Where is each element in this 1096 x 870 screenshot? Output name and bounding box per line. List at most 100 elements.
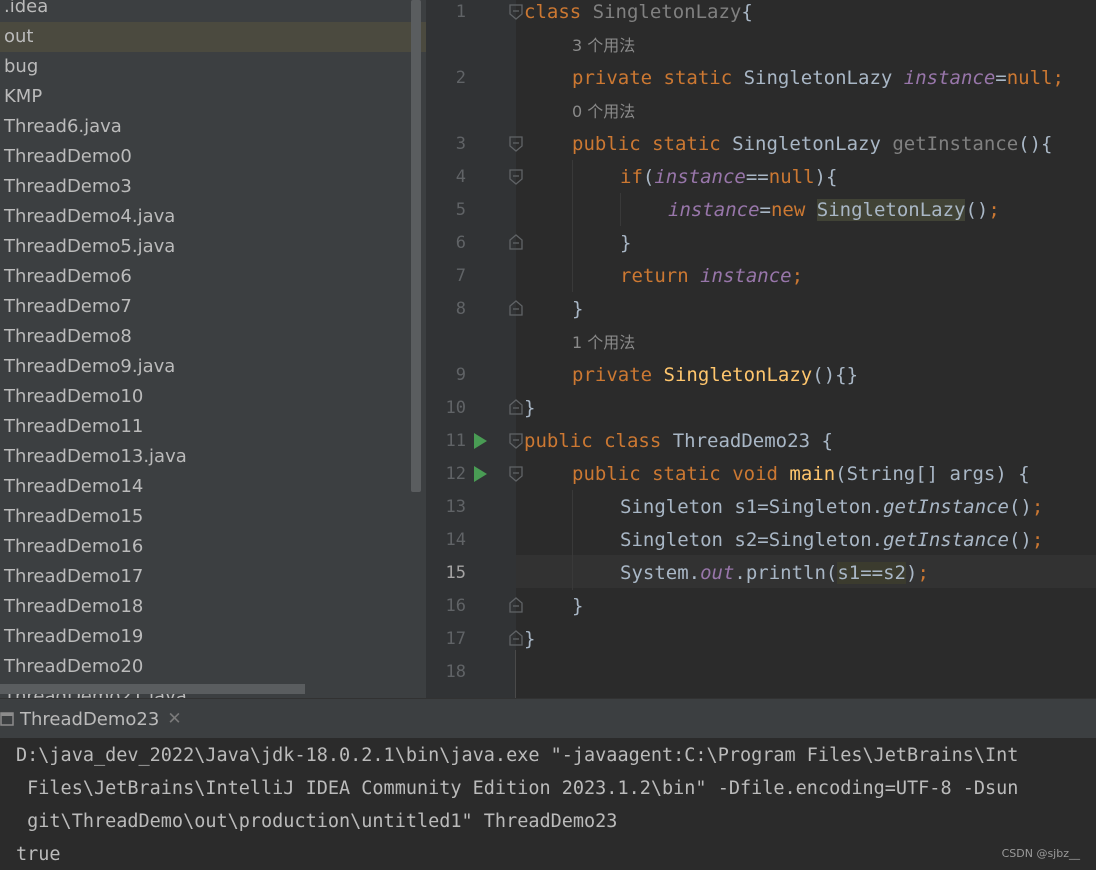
tree-item[interactable]: ThreadDemo6 [0,262,426,292]
indent-guide [515,650,516,698]
field: instance [700,265,792,287]
brace: } [620,232,632,254]
tree-horizontal-scrollbar[interactable] [0,684,305,694]
run-tab-bar: ThreadDemo23 ✕ [0,698,1096,739]
code-line-9: private SingletonLazy(){} [572,359,858,392]
method-name: main [789,463,836,485]
keyword: void [732,463,778,485]
tree-item[interactable]: ThreadDemo0 [0,142,426,172]
brace: } [572,595,584,617]
tree-item[interactable]: ThreadDemo14 [0,472,426,502]
tree-item[interactable]: ThreadDemo10 [0,382,426,412]
usage-hint[interactable]: 0 个用法 [572,95,635,128]
class-name: SingletonLazy [816,199,966,221]
line-number: 16 [445,596,466,616]
tree-vertical-scrollbar[interactable] [411,0,421,492]
tree-item[interactable]: ThreadDemo13.java [0,442,426,472]
semicolon: ; [1052,67,1064,89]
run-class-icon[interactable] [474,433,487,449]
console-icon [0,712,14,726]
tree-item[interactable]: ThreadDemo19 [0,622,426,652]
tree-item[interactable]: ThreadDemo16 [0,532,426,562]
tree-item[interactable]: ThreadDemo17 [0,562,426,592]
tree-item[interactable]: ThreadDemo15 [0,502,426,532]
code-line-15: System.out.println(s1==s2); [620,557,929,590]
usage-hint[interactable]: 1 个用法 [572,326,635,359]
project-tree: .idea out bug KMP Thread6.java ThreadDemo0 Thr… [0,0,426,698]
code-editor[interactable]: 1 2 3 4 5 6 7 8 9 10 11 12 13 14 15 16 1… [426,0,1096,698]
line-number: 8 [455,299,466,319]
tree-item[interactable]: out [0,22,426,52]
tree-item[interactable]: ThreadDemo18 [0,592,426,622]
keyword: static [663,67,733,89]
keyword: new [770,199,806,221]
brace: } [572,298,584,320]
tree-item[interactable]: ThreadDemo3 [0,172,426,202]
run-tab-label: ThreadDemo23 [20,708,160,730]
fold-open-icon[interactable] [509,4,523,20]
tree-item[interactable]: KMP [0,82,426,112]
console-output-line: Files\JetBrains\IntelliJ IDEA Community … [16,778,1019,799]
run-tab[interactable]: ThreadDemo23 ✕ [0,699,182,739]
operator: == [745,166,769,188]
fold-open-icon[interactable] [509,136,523,152]
code-line-3: public static SingletonLazy getInstance(… [572,128,1053,161]
tree-item[interactable]: ThreadDemo4.java [0,202,426,232]
paren: (){ [1018,133,1053,155]
fold-end-icon[interactable] [509,597,523,613]
fold-open-icon[interactable] [509,433,523,449]
line-number: 14 [445,530,466,550]
fold-end-icon[interactable] [509,399,523,415]
params: (String[] args) { [835,463,1030,485]
usage-hint[interactable]: 3 个用法 [572,29,635,62]
paren: () [1008,529,1032,551]
fold-end-icon[interactable] [509,630,523,646]
type: SingletonLazy [732,67,904,89]
tree-item[interactable]: ThreadDemo8 [0,322,426,352]
method-call: getInstance [883,496,1009,518]
tree-item[interactable]: ThreadDemo9.java [0,352,426,382]
close-icon[interactable]: ✕ [167,709,181,729]
paren: ) [906,562,918,584]
fold-open-icon[interactable] [509,169,523,185]
constructor-name: SingletonLazy [663,364,813,386]
line-number: 5 [455,200,466,220]
static-field: out [700,562,735,584]
tree-item[interactable]: ThreadDemo11 [0,412,426,442]
fold-open-icon[interactable] [509,466,523,482]
code-line-13: Singleton s1=Singleton.getInstance(); [620,491,1043,524]
keyword: static [652,463,721,485]
keyword: public [524,430,593,452]
fold-end-icon[interactable] [509,234,523,250]
statement: System. [620,562,701,584]
type: SingletonLazy [720,133,893,155]
tree-item[interactable]: ThreadDemo20 [0,652,426,682]
run-console[interactable]: D:\java_dev_2022\Java\jdk-18.0.2.1\bin\j… [0,738,1096,870]
semicolon: ; [1031,529,1044,551]
keyword: public [572,133,641,155]
tree-item[interactable]: ThreadDemo5.java [0,232,426,262]
fold-end-icon[interactable] [509,300,523,316]
statement: Singleton s2=Singleton. [620,529,884,551]
tree-item[interactable]: .idea [0,0,426,22]
code-line-7: return instance; [620,260,803,293]
keyword: private [572,364,653,386]
tree-item[interactable]: Thread6.java [0,112,426,142]
run-main-icon[interactable] [474,466,487,482]
code-line-4: if(instance==null){ [620,161,837,194]
tree-item[interactable]: bug [0,52,426,82]
line-number-current: 15 [445,563,466,583]
method-call: getInstance [883,529,1009,551]
line-number: 1 [455,2,466,22]
operator: = [995,67,1007,89]
tree-item[interactable]: ThreadDemo7 [0,292,426,322]
console-output-line: true [16,844,61,865]
